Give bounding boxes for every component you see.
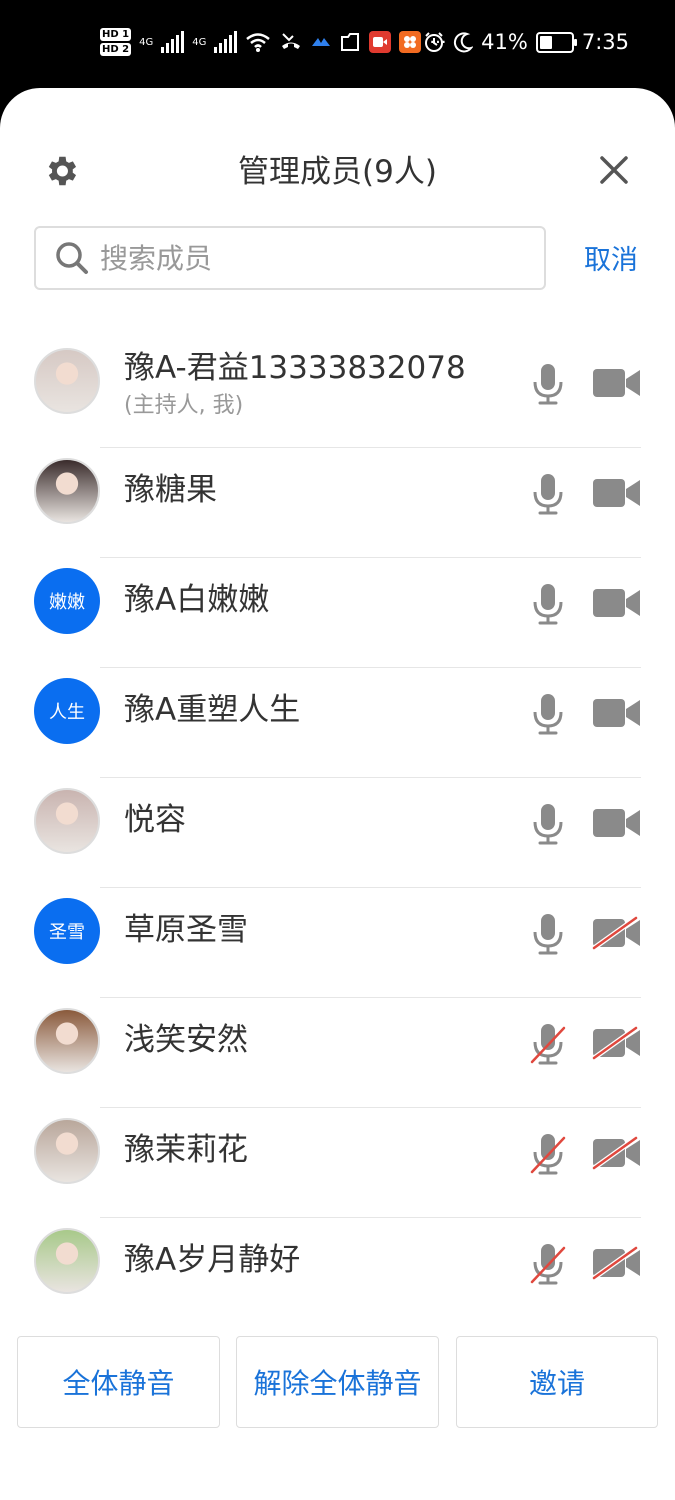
camera-off-icon[interactable]	[592, 916, 642, 950]
microphone-icon[interactable]	[528, 472, 568, 516]
folder-icon	[341, 33, 360, 51]
camera-icon[interactable]	[592, 366, 642, 400]
camera-icon[interactable]	[592, 586, 642, 620]
member-name: 豫A岁月静好	[124, 1242, 301, 1278]
member-name: 豫A-君益13333832078	[124, 350, 466, 386]
avatar	[34, 1008, 100, 1074]
status-bar: HD 1 HD 2 4G 4G ··· 41% 7:35	[0, 0, 675, 88]
microphone-off-icon[interactable]	[528, 1022, 568, 1066]
signal-icon	[214, 31, 238, 53]
member-row[interactable]: 悦容	[0, 778, 675, 888]
camera-icon[interactable]	[592, 476, 642, 510]
network-label-2: 4G	[192, 36, 207, 48]
member-row[interactable]: 豫茉莉花	[0, 1108, 675, 1218]
app-icon	[312, 38, 331, 46]
member-row[interactable]: 豫A-君益13333832078 (主持人, 我)	[0, 338, 675, 448]
search-box[interactable]	[34, 226, 546, 290]
moon-icon	[454, 32, 474, 53]
battery-percent: 41%	[481, 30, 528, 54]
member-name: 豫A白嫩嫩	[124, 582, 270, 618]
camera-off-icon[interactable]	[592, 1246, 642, 1280]
avatar: 圣雪	[34, 898, 100, 964]
microphone-icon[interactable]	[528, 582, 568, 626]
alarm-icon	[425, 32, 444, 52]
app-icon	[399, 31, 422, 53]
member-name: 浅笑安然	[124, 1022, 248, 1058]
hd-indicator: HD 1 HD 2	[100, 28, 132, 56]
hd1-badge: HD 1	[100, 28, 132, 41]
avatar: 嫩嫩	[34, 568, 100, 634]
member-name: 悦容	[124, 802, 186, 838]
footer-actions: 全体静音 解除全体静音 邀请	[0, 1336, 675, 1428]
cancel-button[interactable]: 取消	[584, 244, 638, 278]
microphone-icon[interactable]	[528, 362, 568, 406]
invite-button[interactable]: 邀请	[456, 1336, 658, 1428]
member-row[interactable]: 浅笑安然	[0, 998, 675, 1108]
mute-all-button[interactable]: 全体静音	[17, 1336, 220, 1428]
member-name: 豫茉莉花	[124, 1132, 248, 1168]
wifi-icon	[246, 33, 271, 52]
microphone-icon[interactable]	[528, 912, 568, 956]
member-row[interactable]: 嫩嫩 豫A白嫩嫩	[0, 558, 675, 668]
manage-members-sheet: 管理成员(9人) 取消 豫A-君益13333832078 (主持人, 我) 豫糖果嫩…	[0, 88, 675, 1500]
avatar: 人生	[34, 678, 100, 744]
avatar	[34, 458, 100, 524]
member-name: 豫糖果	[124, 472, 217, 508]
page-title: 管理成员(9人)	[238, 154, 437, 190]
member-row[interactable]: 圣雪 草原圣雪	[0, 888, 675, 998]
member-name: 草原圣雪	[124, 912, 248, 948]
avatar-text: 圣雪	[49, 922, 85, 943]
clock: 7:35	[581, 30, 629, 54]
camera-icon[interactable]	[592, 806, 642, 840]
battery-icon	[535, 31, 577, 53]
microphone-off-icon[interactable]	[528, 1132, 568, 1176]
member-role: (主持人, 我)	[124, 393, 244, 418]
camera-icon[interactable]	[592, 696, 642, 730]
member-list: 豫A-君益13333832078 (主持人, 我) 豫糖果嫩嫩 豫A白嫩嫩人生 豫A重塑…	[0, 338, 675, 1328]
member-name: 豫A重塑人生	[124, 692, 301, 728]
member-row[interactable]: 豫糖果	[0, 448, 675, 558]
avatar	[34, 348, 100, 414]
microphone-icon[interactable]	[528, 692, 568, 736]
video-app-icon	[369, 31, 392, 53]
avatar-text: 嫩嫩	[49, 592, 85, 613]
avatar	[34, 788, 100, 854]
battery-fill	[539, 35, 552, 49]
status-left: HD 1 HD 2 4G 4G ···	[100, 22, 447, 62]
search-input[interactable]	[98, 240, 522, 276]
search-icon	[56, 242, 88, 274]
unmute-all-button[interactable]: 解除全体静音	[236, 1336, 439, 1428]
member-row[interactable]: 人生 豫A重塑人生	[0, 668, 675, 778]
hd2-badge: HD 2	[100, 43, 132, 56]
microphone-icon[interactable]	[528, 802, 568, 846]
missed-call-icon	[282, 33, 301, 49]
status-right: 41% 7:35	[423, 22, 629, 62]
avatar-text: 人生	[49, 702, 85, 723]
camera-off-icon[interactable]	[592, 1026, 642, 1060]
close-icon[interactable]	[598, 154, 630, 186]
avatar	[34, 1118, 100, 1184]
avatar	[34, 1228, 100, 1294]
camera-off-icon[interactable]	[592, 1136, 642, 1170]
network-label-1: 4G	[139, 36, 154, 48]
microphone-off-icon[interactable]	[528, 1242, 568, 1286]
member-row[interactable]: 豫A岁月静好	[0, 1218, 675, 1328]
signal-icon	[161, 31, 185, 53]
